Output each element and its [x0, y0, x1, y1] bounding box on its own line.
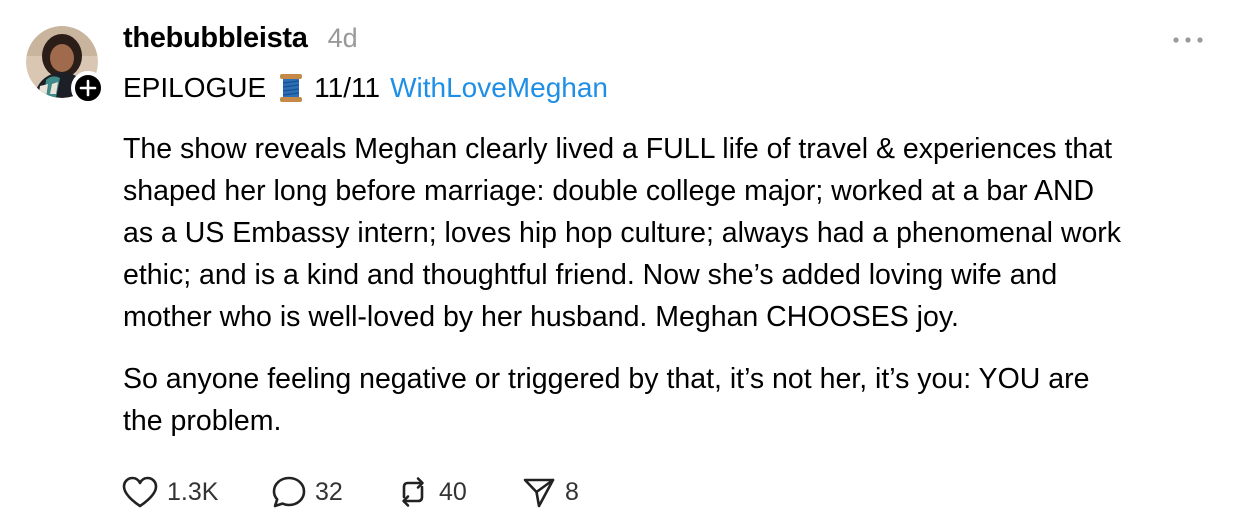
plus-icon [79, 79, 97, 97]
repost-button[interactable]: 40 [395, 475, 521, 509]
timestamp[interactable]: 4d [328, 23, 358, 54]
follow-button[interactable] [71, 71, 105, 105]
like-button[interactable]: 1.3K [121, 475, 271, 509]
avatar-container [26, 26, 105, 105]
send-icon [523, 478, 555, 508]
more-options-icon [1173, 37, 1203, 43]
post-header: thebubbleista 4d [123, 22, 358, 58]
topic-tag-link[interactable]: WithLoveMeghan [390, 72, 608, 104]
thread-post: thebubbleista 4d EPILOGUE 11/11 WithLove… [0, 0, 1252, 532]
username[interactable]: thebubbleista [123, 22, 308, 55]
thread-part-count: 11/11 [314, 72, 381, 103]
post-title-line: EPILOGUE 11/11 WithLoveMeghan [123, 68, 608, 108]
share-count: 8 [565, 477, 579, 506]
post-paragraph: So anyone feeling negative or triggered … [123, 363, 1090, 437]
repost-count: 40 [439, 477, 467, 506]
action-bar: 1.3K 32 40 8 [121, 472, 601, 512]
more-options-button[interactable] [1170, 28, 1206, 52]
heart-icon [122, 476, 158, 508]
like-count: 1.3K [167, 477, 219, 506]
spool-of-thread-icon [278, 73, 304, 103]
post-paragraph: The show reveals Meghan clearly lived a … [123, 133, 1122, 333]
share-button[interactable]: 8 [521, 475, 601, 509]
reply-button[interactable]: 32 [271, 475, 395, 509]
reply-count: 32 [315, 477, 343, 506]
repost-icon [402, 477, 424, 507]
post-title: EPILOGUE [123, 72, 267, 103]
comment-bubble-icon [272, 476, 306, 508]
post-body: The show reveals Meghan clearly lived a … [123, 128, 1213, 442]
